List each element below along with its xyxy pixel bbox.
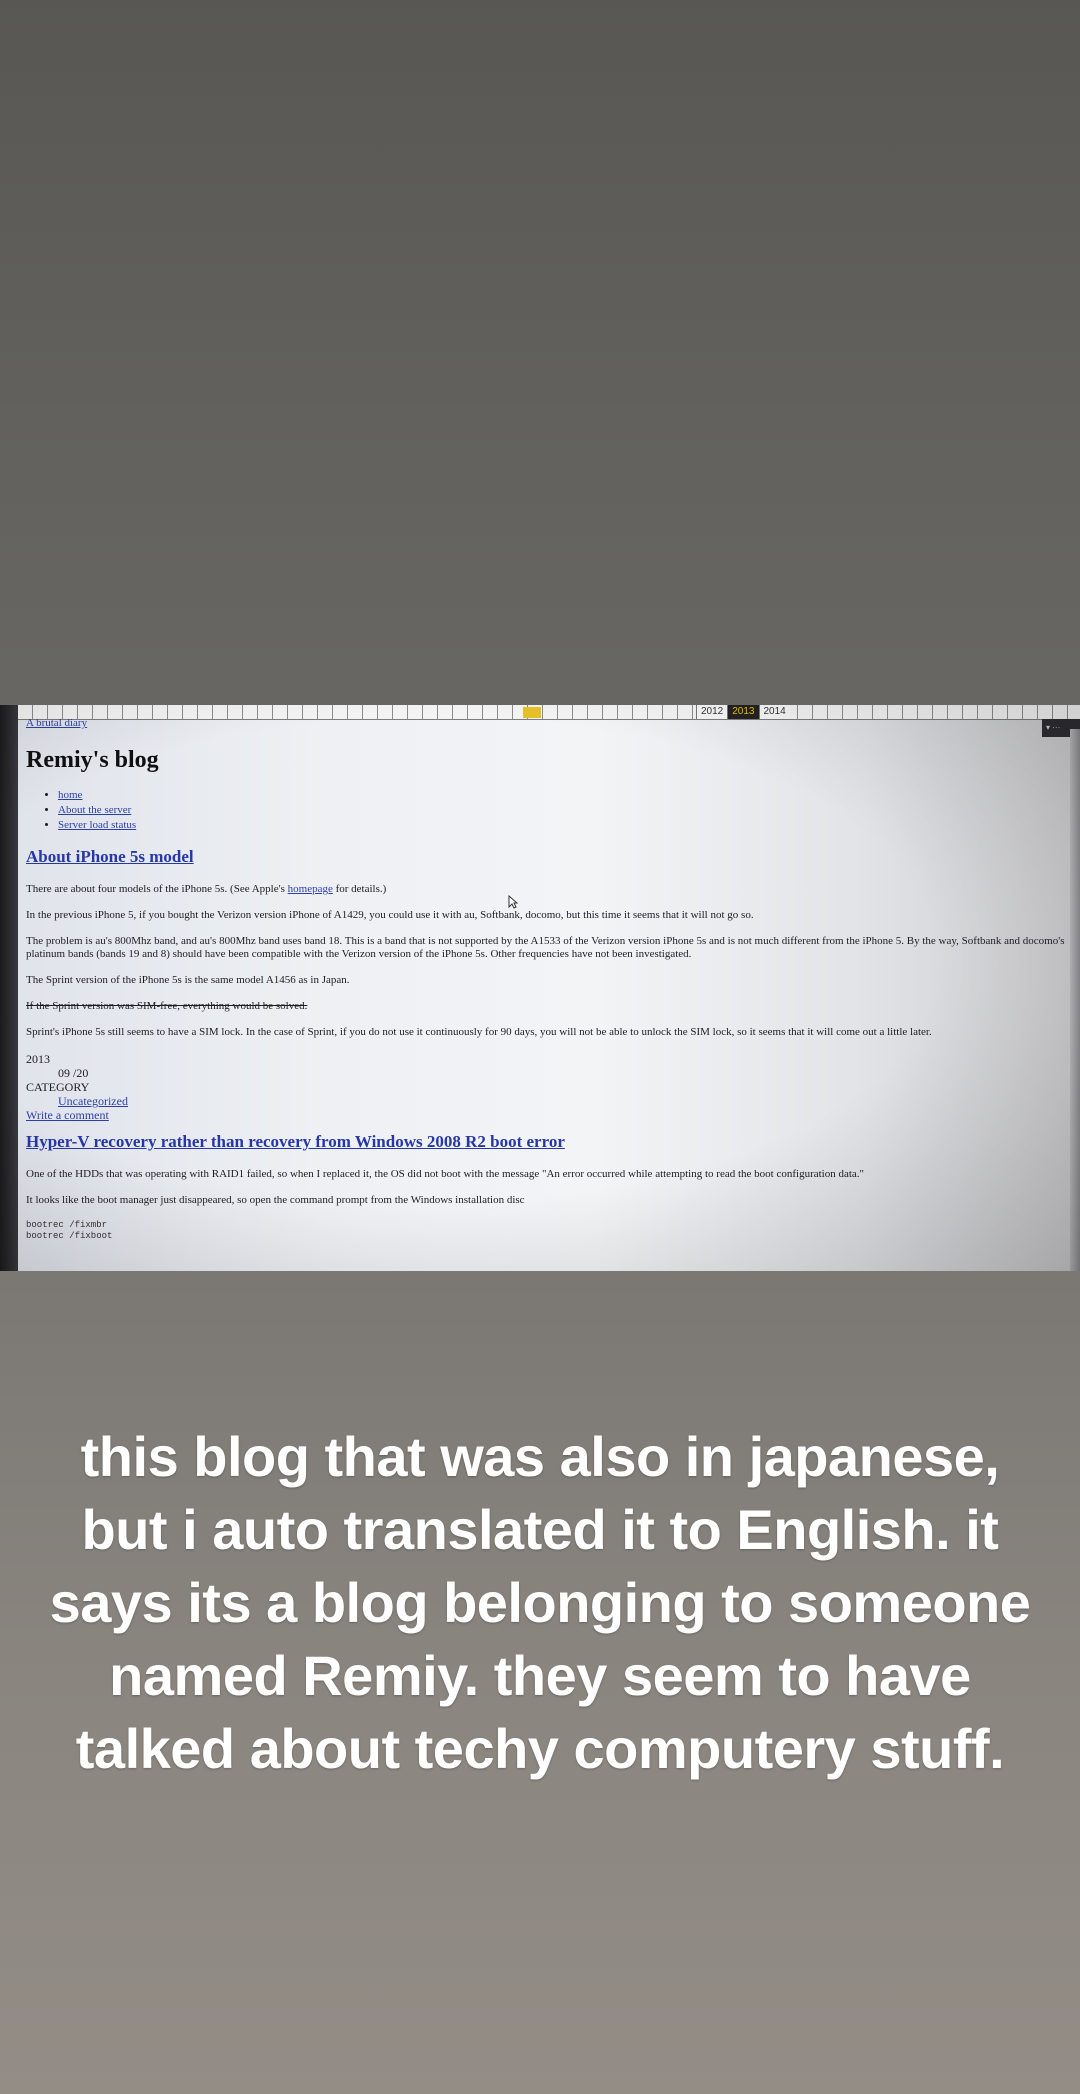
breadcrumb[interactable]: A brutal diary — [26, 717, 87, 729]
blog-title: Remiy's blog — [26, 747, 159, 773]
post-paragraph: In the previous iPhone 5, if you bought … — [26, 909, 754, 921]
post-date: 09 /20 — [58, 1066, 89, 1080]
text: There are about four models of the iPhon… — [26, 883, 288, 895]
post-paragraph: The Sprint version of the iPhone 5s is t… — [26, 974, 350, 986]
nav-item-about[interactable]: About the server — [58, 803, 1066, 818]
post-year: 2013 — [26, 1052, 50, 1066]
blog-nav: home About the server Server load status — [26, 788, 1066, 833]
text: for details.) — [332, 883, 387, 895]
nav-item-home[interactable]: home — [58, 788, 1066, 803]
post-paragraph: Sprint's iPhone 5s still seems to have a… — [26, 1026, 932, 1038]
category-link[interactable]: Uncategorized — [58, 1094, 128, 1108]
post-paragraph: The problem is au's 800Mhz band, and au'… — [26, 935, 1065, 960]
nav-item-status[interactable]: Server load status — [58, 818, 1066, 833]
post-meta: 2013 09 /20 CATEGORY Uncategorized Write… — [26, 1052, 1066, 1122]
caption-text: this blog that was also in japanese, but… — [49, 1425, 1031, 1780]
post-paragraph: One of the HDDs that was operating with … — [26, 1168, 865, 1180]
nav-link-about[interactable]: About the server — [58, 804, 131, 816]
blog-content: A brutal diary Remiy's blog home About t… — [26, 713, 1066, 1242]
struck-paragraph: If the Sprint version was SIM-free, ever… — [26, 1000, 308, 1012]
mouse-cursor-icon — [508, 895, 518, 909]
post-paragraph: It looks like the boot manager just disa… — [26, 1194, 525, 1206]
post-title-hyperv[interactable]: Hyper-V recovery rather than recovery fr… — [26, 1132, 1066, 1152]
monitor-bezel — [0, 705, 18, 1271]
post-paragraph: There are about four models of the iPhon… — [26, 883, 1066, 896]
homepage-link[interactable]: homepage — [288, 883, 333, 895]
nav-link-home[interactable]: home — [58, 789, 82, 801]
code-line: bootrec /fixmbr — [26, 1220, 108, 1230]
monitor-photo: 2012 2013 2014 ▾ ··· A brutal diary Remi… — [0, 705, 1080, 1271]
screen-edge — [1070, 729, 1080, 1271]
post-title-iphone[interactable]: About iPhone 5s model — [26, 847, 1066, 867]
write-comment-link[interactable]: Write a comment — [26, 1108, 109, 1122]
category-label: CATEGORY — [26, 1080, 90, 1094]
code-block: bootrec /fixmbr bootrec /fixboot — [26, 1220, 1066, 1242]
code-line: bootrec /fixboot — [26, 1231, 113, 1241]
nav-link-status[interactable]: Server load status — [58, 819, 136, 831]
